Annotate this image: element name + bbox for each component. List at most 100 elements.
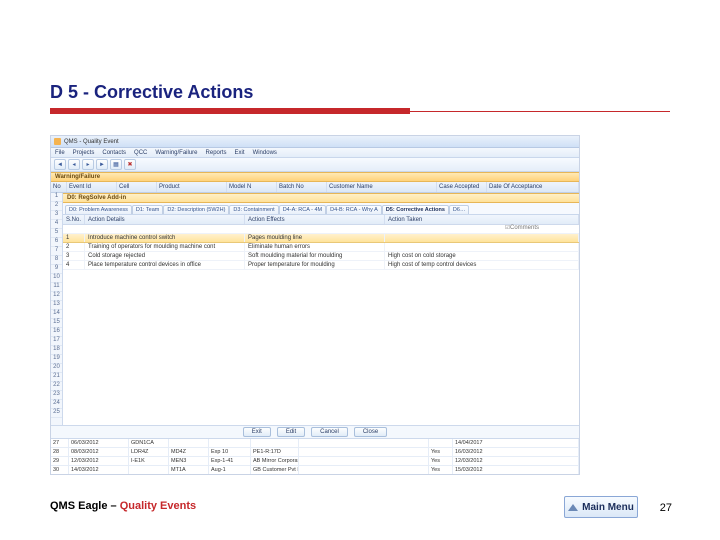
main-menu-button[interactable]: Main Menu (564, 496, 638, 518)
main-area: 12345678910 11121314151617181920 2122232… (51, 193, 579, 425)
edit-button[interactable]: Edit (277, 427, 305, 437)
tab-d1[interactable]: D1: Team (132, 205, 163, 214)
col-date[interactable]: Date Of Acceptance (487, 182, 579, 192)
row-gutter: 12345678910 11121314151617181920 2122232… (51, 193, 63, 425)
dialog-buttons: Exit Edit Cancel Close (51, 425, 579, 439)
col-eventid[interactable]: Event Id (67, 182, 117, 192)
cell: 14/03/2012 (69, 466, 129, 474)
cell-taken: High cost on cold storage (385, 252, 579, 260)
menu-projects[interactable]: Projects (73, 150, 95, 156)
cell: 12/03/2012 (69, 457, 129, 465)
tool-prev-icon[interactable]: ◂ (68, 159, 80, 170)
cell (299, 457, 429, 465)
col-action-taken[interactable]: Action Taken (385, 215, 579, 224)
cell: I-E1K (129, 457, 169, 465)
toolbar: ◄ ◂ ▸ ► ▦ ✖ (51, 158, 579, 172)
cell: PE1-R:17D (251, 448, 299, 456)
footer-caption: QMS Eagle – Quality Events (50, 500, 196, 512)
col-action-effects[interactable]: Action Effects (245, 215, 385, 224)
cell: 12/03/2012 (453, 457, 579, 465)
cell-sno: 3 (63, 252, 85, 260)
cell: 29 (51, 457, 69, 465)
col-customer[interactable]: Customer Name (327, 182, 437, 192)
cell (299, 448, 429, 456)
cell (209, 439, 251, 447)
tab-d4b[interactable]: D4-B: RCA - Why A (326, 205, 382, 214)
cell-detail: Cold storage rejected (85, 252, 245, 260)
tool-close-icon[interactable]: ✖ (124, 159, 136, 170)
menu-warning[interactable]: Warning/Failure (155, 150, 197, 156)
tool-fwd-icon[interactable]: ► (96, 159, 108, 170)
action-row[interactable]: 4 Place temperature control devices in o… (63, 261, 579, 270)
title-underline-thin (410, 111, 670, 112)
cell: 27 (51, 439, 69, 447)
table-row[interactable]: 27 06/03/2012 GDN1CA 14/04/2017 (51, 439, 579, 448)
cell: LDR4Z (129, 448, 169, 456)
col-product[interactable]: Product (157, 182, 227, 192)
cell (169, 439, 209, 447)
cell: Exp 10 (209, 448, 251, 456)
cell: 14/04/2017 (453, 439, 579, 447)
tool-back-icon[interactable]: ◄ (54, 159, 66, 170)
cancel-button[interactable]: Cancel (311, 427, 348, 437)
action-row[interactable]: 1 Introduce machine control switch Pages… (63, 234, 579, 243)
cell: 06/03/2012 (69, 439, 129, 447)
cell: MEN3 (169, 457, 209, 465)
col-accepted[interactable]: Case Accepted (437, 182, 487, 192)
col-batch[interactable]: Batch No (277, 182, 327, 192)
cell (299, 466, 429, 474)
menu-file[interactable]: File (55, 150, 65, 156)
comments-label-row: ☑ Comments (63, 225, 579, 234)
tool-grid-icon[interactable]: ▦ (110, 159, 122, 170)
cell: 16/03/2012 (453, 448, 579, 456)
col-sno[interactable]: S.No. (63, 215, 85, 224)
section-label: Warning/Failure (51, 172, 579, 182)
menu-windows[interactable]: Windows (253, 150, 277, 156)
cell-effect: Pages moulding line (245, 234, 385, 242)
menu-qcc[interactable]: QCC (134, 150, 147, 156)
cell (251, 439, 299, 447)
action-row[interactable]: 2 Training of operators for moulding mac… (63, 243, 579, 252)
cell (429, 439, 453, 447)
d-tabs: D0: Problem Awareness D1: Team D2: Descr… (63, 203, 579, 215)
cell: 30 (51, 466, 69, 474)
events-grid: 27 06/03/2012 GDN1CA 14/04/2017 28 08/03… (51, 439, 579, 475)
menu-reports[interactable]: Reports (206, 150, 227, 156)
col-no[interactable]: No (51, 182, 67, 192)
menu-bar[interactable]: File Projects Contacts QCC Warning/Failu… (51, 148, 579, 158)
action-row[interactable]: 3 Cold storage rejected Soft moulding ma… (63, 252, 579, 261)
cell-effect: Eliminate human errors (245, 243, 385, 251)
table-row[interactable]: 28 08/03/2012 LDR4Z MD4Z Exp 10 PE1-R:17… (51, 448, 579, 457)
cell: 28 (51, 448, 69, 456)
actions-grid: 1 Introduce machine control switch Pages… (63, 234, 579, 425)
table-row[interactable]: 29 12/03/2012 I-E1K MEN3 Exp-1-41 AB Mir… (51, 457, 579, 466)
col-action-details[interactable]: Action Details (85, 215, 245, 224)
exit-button[interactable]: Exit (243, 427, 271, 437)
tab-d0[interactable]: D0: Problem Awareness (65, 205, 132, 214)
footer-app: QMS Eagle (50, 500, 107, 512)
close-button[interactable]: Close (354, 427, 387, 437)
menu-contacts[interactable]: Contacts (102, 150, 126, 156)
tab-d6[interactable]: D6… (449, 205, 470, 214)
detail-pane: D0: RegSolve Add-in D0: Problem Awarenes… (63, 193, 579, 425)
menu-exit[interactable]: Exit (235, 150, 245, 156)
cell-sno: 4 (63, 261, 85, 269)
tab-d4a[interactable]: D4-A: RCA - 4M (279, 205, 326, 214)
col-cell[interactable]: Cell (117, 182, 157, 192)
page-number: 27 (660, 502, 672, 514)
cell: AB Mirror Corporation Ltd (251, 457, 299, 465)
tool-next-icon[interactable]: ▸ (82, 159, 94, 170)
tabs-addin-label: D0: RegSolve Add-in (67, 195, 126, 201)
cell: MD4Z (169, 448, 209, 456)
cell: Exp-1-41 (209, 457, 251, 465)
cell-detail: Training of operators for moulding machi… (85, 243, 245, 251)
tab-d5[interactable]: D5: Corrective Actions (382, 205, 449, 214)
tab-d2[interactable]: D2: Description (5W2H) (163, 205, 229, 214)
tab-d3[interactable]: D3: Containment (229, 205, 278, 214)
up-arrow-icon (568, 504, 578, 511)
table-row[interactable]: 30 14/03/2012 MT1A Aug-1 GB Customer Pvt… (51, 466, 579, 475)
tabs-addin-row: D0: RegSolve Add-in (63, 193, 579, 203)
actions-header: S.No. Action Details Action Effects Acti… (63, 215, 579, 225)
cell: GDN1CA (129, 439, 169, 447)
col-model[interactable]: Model N (227, 182, 277, 192)
